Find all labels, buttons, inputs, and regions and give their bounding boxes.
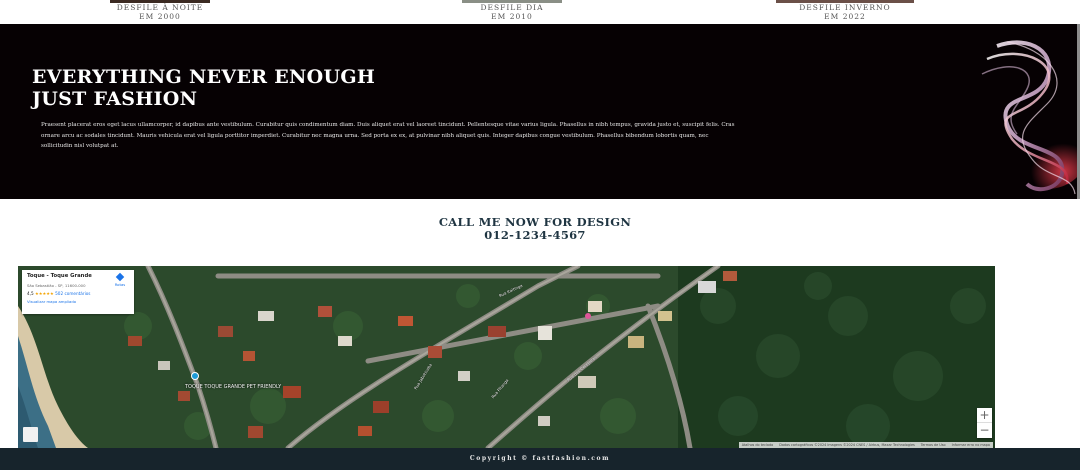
copyright-text: Copyright © fastfashion.com [469,455,611,462]
gallery-item-day[interactable]: DESFILE DIA EM 2010 [452,0,572,21]
zoom-in-button[interactable]: + [977,408,992,423]
map-place-card: Toque - Toque Grande São Sebastião - SP,… [22,270,134,314]
rating-value: 4,5 [27,291,34,296]
zoom-out-button[interactable]: − [977,423,992,438]
hero-headline-line2: JUST FASHION [32,88,198,110]
gallery-caption: DESFILE À NOITE [116,3,204,12]
hero-headline: EVERYTHING NEVER ENOUGH JUST FASHION [32,66,375,110]
gallery-item-night[interactable]: DESFILE À NOITE EM 2000 [100,0,220,21]
enlarge-map-link[interactable]: Visualizar mapa ampliado [27,299,129,304]
rating-stars-icon: ★★★★★ [35,291,54,296]
gallery-caption: DESFILE INVERNO [799,3,891,12]
gallery-strip: DESFILE À NOITE EM 2000 DESFILE DIA EM 2… [0,0,1080,24]
gallery-year: EM 2000 [139,12,181,21]
directions-button[interactable]: Rotas [111,272,129,287]
poi-label[interactable]: TOQUE TOQUE GRANDE PET FRIENDLY [185,384,281,390]
hero-body-text: Praesent placerat eros eget lacus ullamc… [41,122,735,149]
embedded-map[interactable]: Rua Jaboticaba Rua Pitanga Rua das Cerej… [18,266,995,448]
hero-headline-line1: EVERYTHING NEVER ENOUGH [32,66,376,88]
site-footer: Copyright © fastfashion.com [0,448,1080,470]
directions-label: Rotas [114,282,126,287]
silk-ribbon-artwork [977,34,1077,199]
directions-icon [115,272,125,282]
gallery-caption: DESFILE DIA [480,3,544,12]
map-pegman-button[interactable] [23,427,38,442]
reviews-link[interactable]: 502 comentários [55,291,90,296]
gallery-year: EM 2010 [491,12,533,21]
call-phone[interactable]: 012-1234-4567 [0,229,1070,242]
poi-pin-icon[interactable] [191,372,199,380]
hero-banner: EVERYTHING NEVER ENOUGH JUST FASHION Pra… [0,24,1077,199]
gallery-item-winter[interactable]: DESFILE INVERNO EM 2022 [775,0,915,21]
gallery-year: EM 2022 [824,12,866,21]
place-rating: 4,5 ★★★★★ 502 comentários [27,291,129,296]
zoom-controls: + − [977,408,992,438]
call-to-action: CALL ME NOW FOR DESIGN 012-1234-4567 [0,216,1070,242]
